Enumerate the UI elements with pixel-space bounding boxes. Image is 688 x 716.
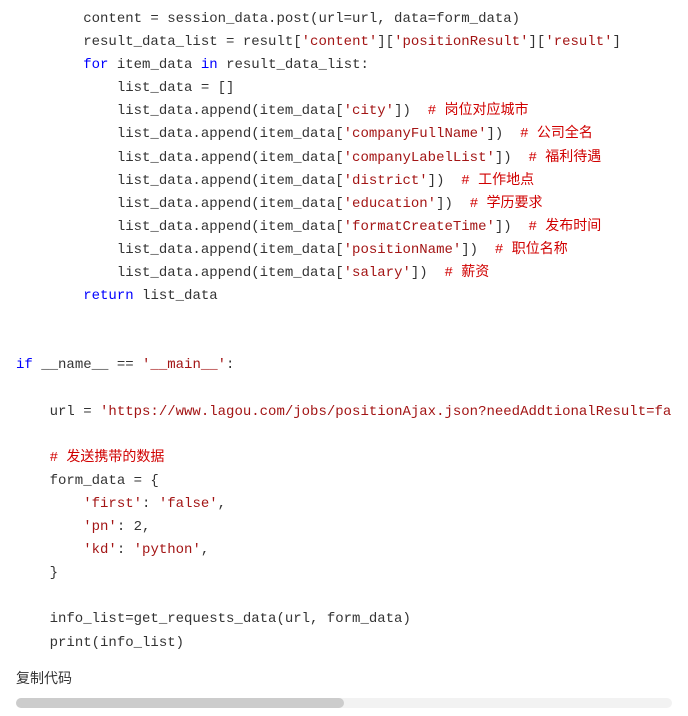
scrollbar-thumb[interactable] <box>16 698 344 708</box>
code-line: # 发送携带的数据 <box>16 447 672 470</box>
code-line: info_list=get_requests_data(url, form_da… <box>16 608 672 631</box>
code-line <box>16 331 672 354</box>
code-line: return list_data <box>16 285 672 308</box>
code-block: content = session_data.post(url=url, dat… <box>16 8 672 663</box>
code-line: result_data_list = result['content']['po… <box>16 31 672 54</box>
code-line: 'kd': 'python', <box>16 539 672 562</box>
code-line: list_data.append(item_data['education'])… <box>16 193 672 216</box>
code-line: list_data.append(item_data['district']) … <box>16 170 672 193</box>
copy-code-link[interactable]: 复制代码 <box>16 669 672 692</box>
code-line: list_data = [] <box>16 77 672 100</box>
code-line: form_data = { <box>16 470 672 493</box>
code-line: list_data.append(item_data['salary']) # … <box>16 262 672 285</box>
code-line: 'pn': 2, <box>16 516 672 539</box>
code-line: } <box>16 562 672 585</box>
code-line <box>16 378 672 401</box>
code-line <box>16 308 672 331</box>
code-line: list_data.append(item_data['city']) # 岗位… <box>16 100 672 123</box>
code-line: list_data.append(item_data['positionName… <box>16 239 672 262</box>
code-line: if __name__ == '__main__': <box>16 354 672 377</box>
horizontal-scrollbar[interactable] <box>16 698 672 708</box>
code-line: content = session_data.post(url=url, dat… <box>16 8 672 31</box>
code-line: 'first': 'false', <box>16 493 672 516</box>
code-line: print(info_list) <box>16 632 672 655</box>
code-line: list_data.append(item_data['formatCreate… <box>16 216 672 239</box>
code-line <box>16 424 672 447</box>
code-line: list_data.append(item_data['companyFullN… <box>16 123 672 146</box>
code-line: url = 'https://www.lagou.com/jobs/positi… <box>16 401 672 424</box>
code-line: list_data.append(item_data['companyLabel… <box>16 147 672 170</box>
code-line: for item_data in result_data_list: <box>16 54 672 77</box>
code-line <box>16 585 672 608</box>
